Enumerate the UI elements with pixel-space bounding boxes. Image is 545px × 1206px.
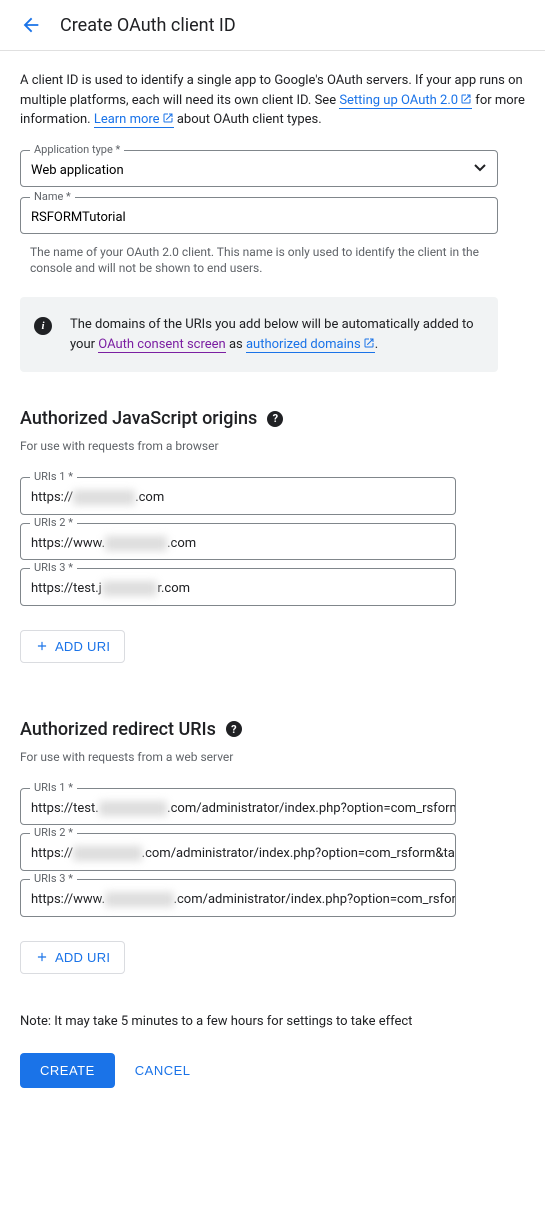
- info-part2: as: [229, 337, 246, 352]
- help-icon[interactable]: ?: [267, 411, 283, 427]
- plus-icon: [35, 639, 49, 653]
- name-field: Name *: [20, 197, 498, 234]
- js-origin-label-3: URIs 3 *: [30, 561, 77, 574]
- redirect-uri-label-1: URIs 1 *: [30, 781, 77, 794]
- intro-part3: about OAuth client types.: [177, 112, 322, 127]
- add-js-uri-button[interactable]: ADD URI: [20, 630, 125, 663]
- js-origins-sub: For use with requests from a browser: [20, 439, 525, 453]
- add-redirect-uri-button[interactable]: ADD URI: [20, 941, 125, 974]
- info-part3: .: [375, 337, 378, 352]
- redirect-uri-field-3: URIs 3 *https://www.xxxxxxxxxx.com/admin…: [20, 879, 456, 917]
- js-origin-label-1: URIs 1 *: [30, 470, 77, 483]
- setup-oauth-link-text: Setting up OAuth 2.0: [339, 93, 458, 108]
- js-origins-header: Authorized JavaScript origins ?: [20, 408, 525, 429]
- js-origin-field-2: URIs 2 *https://www.xxxxxxxxx.com: [20, 523, 456, 561]
- authorized-domains-link[interactable]: authorized domains: [246, 337, 375, 353]
- redirect-uri-label-3: URIs 3 *: [30, 872, 77, 885]
- redirect-uri-input-3[interactable]: https://www.xxxxxxxxxx.com/administrator…: [20, 879, 456, 917]
- learn-more-link-text: Learn more: [94, 112, 160, 127]
- plus-icon: [35, 950, 49, 964]
- js-origin-input-1[interactable]: https://xxxxxxxxx.com: [20, 477, 456, 515]
- redirect-uri-field-2: URIs 2 *https://xxxxxxxxxx.com/administr…: [20, 833, 456, 871]
- redirect-uris-sub: For use with requests from a web server: [20, 750, 525, 764]
- js-origin-field-3: URIs 3 *https://test.jxxxxxxxxr.com: [20, 568, 456, 606]
- page-header: Create OAuth client ID: [0, 0, 545, 51]
- info-text: The domains of the URIs you add below wi…: [70, 315, 480, 354]
- help-icon[interactable]: ?: [226, 721, 242, 737]
- learn-more-link[interactable]: Learn more: [94, 112, 174, 128]
- add-js-uri-label: ADD URI: [55, 639, 110, 654]
- js-origin-label-2: URIs 2 *: [30, 516, 77, 529]
- redirect-uris-list: URIs 1 *https://test.xxxxxxxxxx.com/admi…: [20, 788, 456, 917]
- external-link-icon: [460, 93, 472, 105]
- note-text: Note: It may take 5 minutes to a few hou…: [20, 1014, 525, 1029]
- name-helper-text: The name of your OAuth 2.0 client. This …: [30, 244, 490, 278]
- setup-oauth-link[interactable]: Setting up OAuth 2.0: [339, 93, 472, 109]
- js-origins-title: Authorized JavaScript origins: [20, 408, 257, 429]
- intro-text: A client ID is used to identify a single…: [20, 71, 525, 130]
- redirect-uris-title: Authorized redirect URIs: [20, 719, 216, 740]
- js-origin-input-2[interactable]: https://www.xxxxxxxxx.com: [20, 523, 456, 561]
- js-origin-field-1: URIs 1 *https://xxxxxxxxx.com: [20, 477, 456, 515]
- application-type-field: Application type * Web application: [20, 150, 498, 187]
- page-title: Create OAuth client ID: [60, 15, 236, 36]
- redirect-uri-input-1[interactable]: https://test.xxxxxxxxxx.com/administrato…: [20, 788, 456, 826]
- application-type-label: Application type *: [30, 143, 124, 156]
- js-origin-input-3[interactable]: https://test.jxxxxxxxxr.com: [20, 568, 456, 606]
- back-arrow-icon[interactable]: [20, 14, 42, 36]
- info-icon: i: [34, 317, 52, 335]
- redirect-uri-field-1: URIs 1 *https://test.xxxxxxxxxx.com/admi…: [20, 788, 456, 826]
- js-origins-list: URIs 1 *https://xxxxxxxxx.comURIs 2 *htt…: [20, 477, 456, 606]
- authorized-domains-link-text: authorized domains: [246, 337, 361, 352]
- redirect-uris-header: Authorized redirect URIs ?: [20, 719, 525, 740]
- external-link-icon: [162, 112, 174, 124]
- add-redirect-uri-label: ADD URI: [55, 950, 110, 965]
- actions-row: CREATE CANCEL: [20, 1053, 525, 1088]
- info-box: i The domains of the URIs you add below …: [20, 297, 498, 372]
- redirect-uri-input-2[interactable]: https://xxxxxxxxxx.com/administrator/ind…: [20, 833, 456, 871]
- cancel-button[interactable]: CANCEL: [135, 1063, 191, 1078]
- create-button[interactable]: CREATE: [20, 1053, 115, 1088]
- redirect-uri-label-2: URIs 2 *: [30, 826, 77, 839]
- name-input[interactable]: [20, 197, 498, 234]
- consent-screen-link[interactable]: OAuth consent screen: [98, 337, 225, 353]
- external-link-icon: [363, 337, 375, 349]
- name-label: Name *: [30, 190, 75, 203]
